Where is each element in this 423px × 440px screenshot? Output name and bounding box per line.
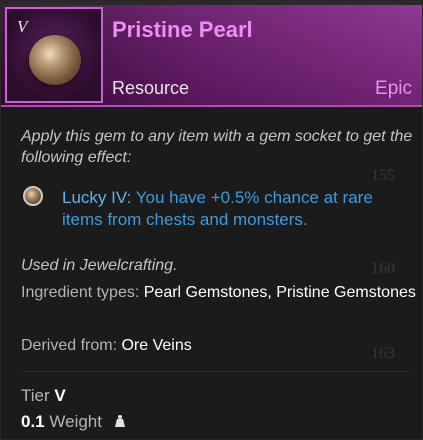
- ghost-number: 160: [371, 260, 395, 277]
- weight-row: 0.1 Weight: [21, 412, 127, 432]
- item-rarity: Epic: [375, 78, 412, 99]
- ingredient-value: Pearl Gemstones, Pristine Gemstones: [143, 284, 416, 301]
- gem-perk-icon: [23, 186, 43, 206]
- tooltip-body: 155 160 163 Apply this gem to any item w…: [1, 107, 422, 439]
- top-strip: [1, 1, 422, 5]
- weight-value: 0.1: [21, 412, 45, 431]
- ingredient-label: Ingredient types:: [21, 284, 140, 301]
- item-type: Resource: [112, 78, 190, 98]
- pearl-icon: [29, 35, 81, 85]
- item-description: Apply this gem to any item with a gem so…: [21, 128, 413, 166]
- tier-value: V: [54, 386, 66, 405]
- perk-description: Lucky IV: You have +0.5% chance at rare …: [62, 187, 412, 231]
- derived-from: Derived from: Ore Veins: [21, 337, 192, 355]
- tier-row: Tier V: [21, 386, 66, 406]
- used-in-text: Used in Jewelcrafting.: [21, 257, 178, 274]
- weight-label: Weight: [49, 412, 102, 431]
- ghost-number: 155: [371, 167, 395, 184]
- perk-name: Lucky IV:: [62, 188, 132, 207]
- derived-label: Derived from:: [21, 337, 118, 354]
- weight-icon: [114, 415, 125, 427]
- tier-label: Tier: [21, 386, 50, 405]
- item-tooltip: V Pristine Pearl Resource Epic 155 160 1…: [0, 0, 423, 440]
- ghost-number: 163: [371, 345, 395, 362]
- ingredient-types: Ingredient types: Pearl Gemstones, Prist…: [21, 280, 417, 305]
- item-name: Pristine Pearl: [112, 17, 253, 42]
- tier-mark: V: [17, 17, 28, 36]
- derived-value: Ore Veins: [121, 337, 192, 354]
- divider: [21, 371, 411, 372]
- item-icon-frame: V: [5, 7, 103, 103]
